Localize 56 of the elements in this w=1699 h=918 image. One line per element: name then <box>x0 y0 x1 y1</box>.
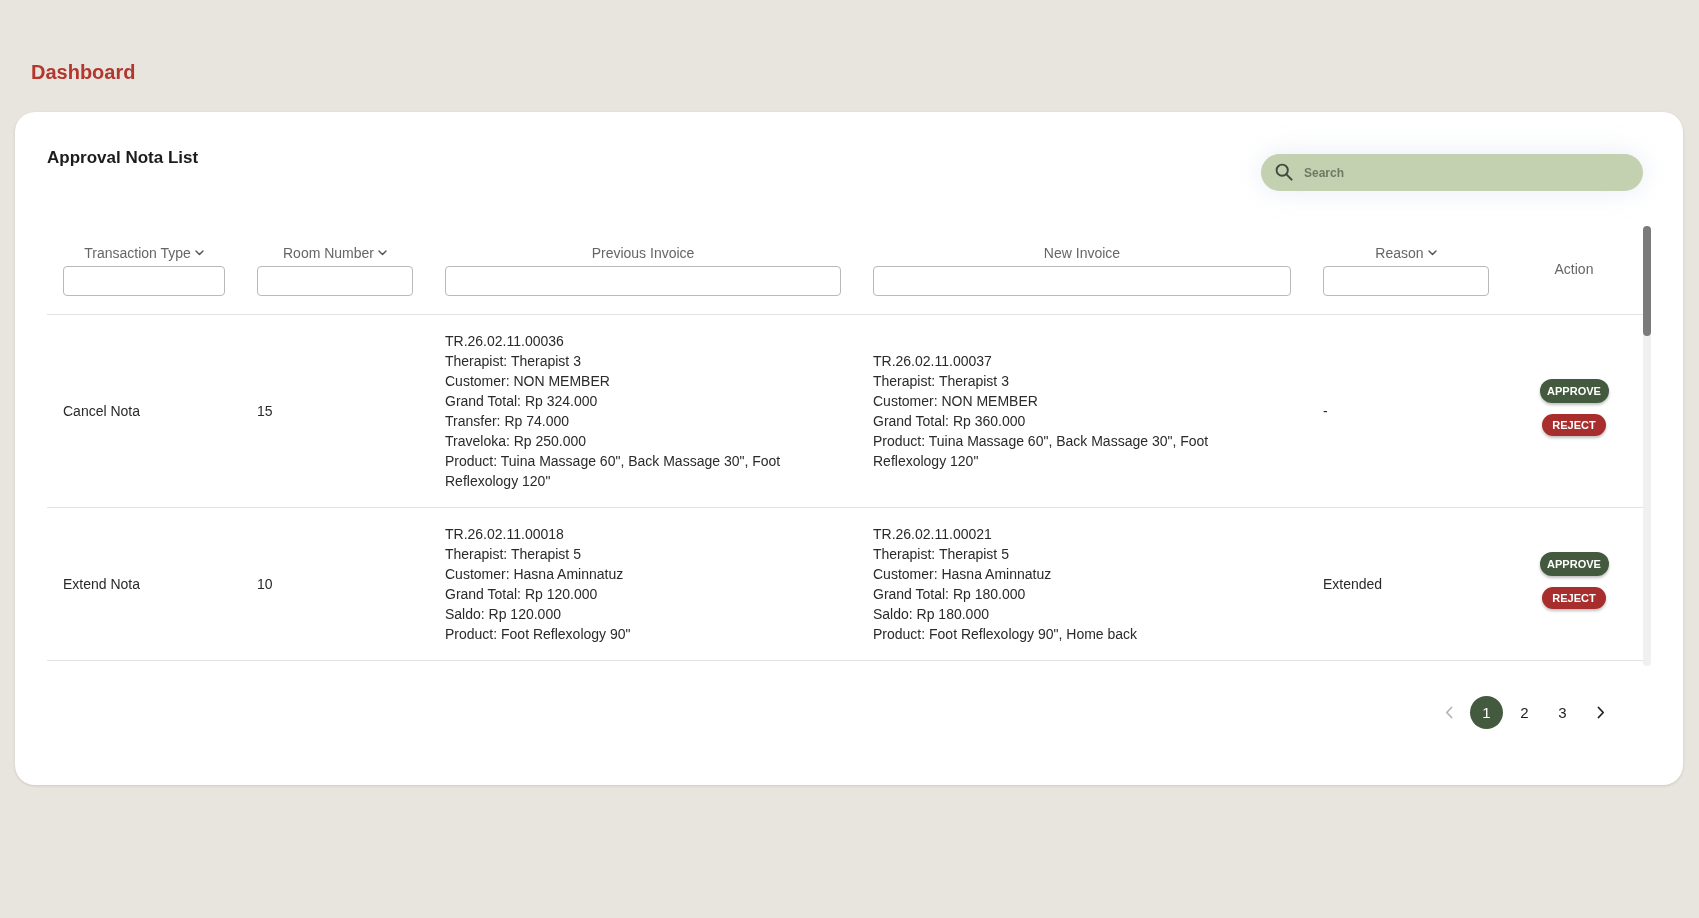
column-header[interactable]: Reason <box>1375 242 1437 264</box>
invoice-detail: Therapist: Therapist 5 <box>445 545 582 564</box>
page-button[interactable]: 3 <box>1546 696 1579 729</box>
room-number-text: 10 <box>257 576 273 592</box>
reject-button[interactable]: REJECT <box>1542 587 1606 609</box>
column-header: New Invoice <box>1043 244 1121 263</box>
card-title: Approval Nota List <box>47 148 199 168</box>
filter-input[interactable] <box>257 266 413 296</box>
invoice-detail: Traveloka: Rp 250.000 <box>445 432 588 451</box>
filter-input[interactable] <box>445 266 841 296</box>
invoice-detail: Grand Total: Rp 360.000 <box>873 412 1027 431</box>
filter-input[interactable] <box>63 266 225 296</box>
invoice-detail: Therapist: Therapist 3 <box>445 352 582 371</box>
page-title: Dashboard <box>31 60 136 84</box>
invoice-detail: Product: Tuina Massage 60", Back Massage 30", Foot Reflexology 120" <box>445 452 782 491</box>
invoice-detail: Therapist: Therapist 5 <box>873 545 1010 564</box>
scrollbar-thumb[interactable] <box>1643 226 1651 336</box>
column-header[interactable]: Transaction Type <box>84 242 204 264</box>
scrollbar[interactable] <box>1643 226 1651 666</box>
invoice-detail: Customer: NON MEMBER <box>873 392 1039 411</box>
search-icon <box>1275 163 1293 181</box>
invoice-detail: Product: Foot Reflexology 90", Home back <box>873 625 1139 644</box>
invoice-detail: Customer: NON MEMBER <box>445 372 611 391</box>
approve-button[interactable]: APPROVE <box>1539 379 1609 403</box>
invoice-detail: Transfer: Rp 74.000 <box>445 412 570 431</box>
chevron-left-icon <box>1444 706 1453 719</box>
invoice-number: TR.26.02.11.00018 <box>445 525 565 544</box>
invoice-detail: Grand Total: Rp 180.000 <box>873 585 1027 604</box>
chevron-right-icon <box>1596 706 1605 719</box>
reason-text: - <box>1323 403 1328 419</box>
invoice-number: TR.26.02.11.00037 <box>873 352 993 371</box>
transaction-type-text: Extend Nota <box>63 576 141 592</box>
filter-input[interactable] <box>873 266 1291 296</box>
column-header[interactable]: Room Number <box>283 242 387 264</box>
invoice-number: TR.26.02.11.00036 <box>445 332 565 351</box>
invoice-detail: Product: Tuina Massage 60", Back Massage 30", Foot Reflexology 120" <box>873 432 1210 471</box>
column-header: Action <box>1554 260 1594 279</box>
invoice-detail: Customer: Hasna Aminnatuz <box>445 565 625 584</box>
invoice-detail: Grand Total: Rp 120.000 <box>445 585 599 604</box>
invoice-detail: Saldo: Rp 180.000 <box>873 605 990 624</box>
invoice-detail: Therapist: Therapist 3 <box>873 372 1010 391</box>
invoice-number: TR.26.02.11.00021 <box>873 525 993 544</box>
reason-text: Extended <box>1323 576 1383 592</box>
reject-button[interactable]: REJECT <box>1542 414 1606 436</box>
page-button[interactable]: 1 <box>1470 696 1503 729</box>
room-number-text: 15 <box>257 403 273 419</box>
search-field[interactable]: Search <box>1261 154 1643 191</box>
approve-button[interactable]: APPROVE <box>1539 552 1609 576</box>
invoice-detail: Customer: Hasna Aminnatuz <box>873 565 1053 584</box>
invoice-detail: Grand Total: Rp 324.000 <box>445 392 599 411</box>
page-button[interactable]: 2 <box>1508 696 1541 729</box>
filter-input[interactable] <box>1323 266 1489 296</box>
invoice-detail: Product: Foot Reflexology 90" <box>445 625 632 644</box>
column-header: Previous Invoice <box>591 244 695 263</box>
invoice-detail: Saldo: Rp 120.000 <box>445 605 562 624</box>
transaction-type-text: Cancel Nota <box>63 403 141 419</box>
